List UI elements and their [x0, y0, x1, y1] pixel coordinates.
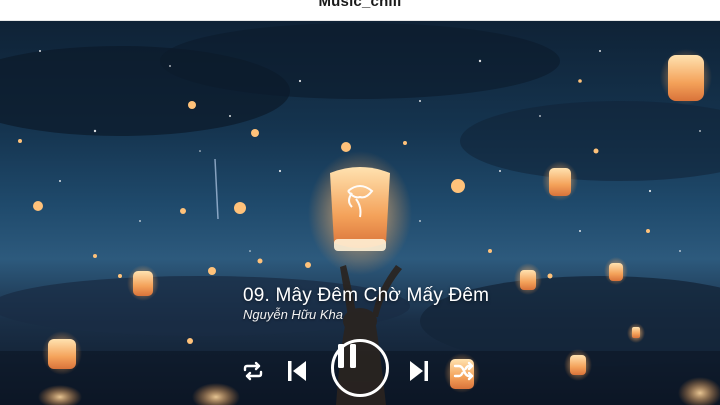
- previous-track-button[interactable]: [286, 359, 312, 387]
- next-track-button[interactable]: [408, 359, 434, 387]
- repeat-button[interactable]: [242, 361, 266, 385]
- app-title: Music_chill: [318, 0, 402, 10]
- music-player-window: Music_chill 09. Mây Đêm Chờ Mấy Đêm Nguy…: [0, 0, 720, 405]
- artist-name: Nguyễn Hữu Kha: [243, 307, 344, 322]
- shuffle-button[interactable]: [453, 361, 477, 385]
- play-pause-button[interactable]: [331, 339, 389, 397]
- title-bar: Music_chill: [0, 0, 720, 21]
- song-title: 09. Mây Đêm Chờ Mấy Đêm: [243, 285, 490, 306]
- album-art-background: 09. Mây Đêm Chờ Mấy Đêm Nguyễn Hữu Kha: [0, 21, 720, 405]
